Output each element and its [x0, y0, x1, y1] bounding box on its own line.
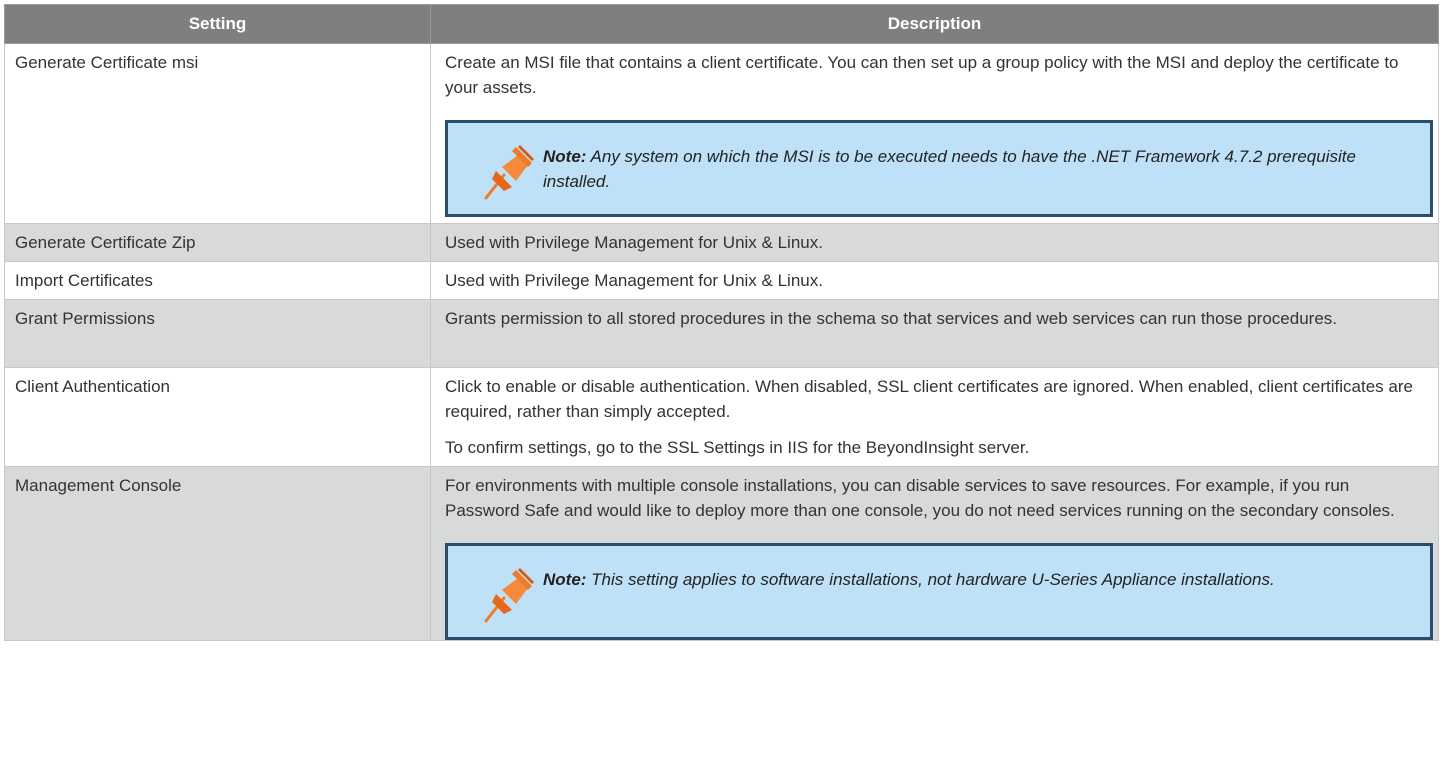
note-box: Note: Any system on which the MSI is to …	[445, 120, 1433, 217]
setting-cell: Import Certificates	[4, 261, 431, 300]
table-row: Generate Certificate Zip Used with Privi…	[4, 223, 1439, 262]
table-row: Grant Permissions Grants permission to a…	[4, 299, 1439, 368]
table-row: Generate Certificate msi Create an MSI f…	[4, 43, 1439, 224]
description-text: Create an MSI file that contains a clien…	[445, 53, 1399, 97]
description-text: Used with Privilege Management for Unix …	[445, 271, 823, 290]
description-cell: For environments with multiple console i…	[430, 466, 1439, 641]
description-text: For environments with multiple console i…	[445, 476, 1395, 520]
pushpin-icon	[484, 145, 534, 200]
note-text: Note: This setting applies to software i…	[543, 570, 1275, 589]
settings-table: Setting Description Generate Certificate…	[4, 4, 1439, 641]
description-text: Used with Privilege Management for Unix …	[445, 233, 823, 252]
description-cell: Click to enable or disable authenticatio…	[430, 367, 1439, 467]
note-text: Note: Any system on which the MSI is to …	[543, 147, 1356, 191]
description-text: Grants permission to all stored procedur…	[445, 309, 1337, 328]
header-setting: Setting	[4, 4, 431, 44]
description-cell: Grants permission to all stored procedur…	[430, 299, 1439, 368]
table-row: Client Authentication Click to enable or…	[4, 367, 1439, 467]
note-box: Note: This setting applies to software i…	[445, 543, 1433, 640]
setting-cell: Grant Permissions	[4, 299, 431, 368]
setting-cell: Generate Certificate msi	[4, 43, 431, 224]
table-row: Import Certificates Used with Privilege …	[4, 261, 1439, 300]
description-cell: Used with Privilege Management for Unix …	[430, 223, 1439, 262]
description-cell: Create an MSI file that contains a clien…	[430, 43, 1439, 224]
header-description: Description	[430, 4, 1439, 44]
description-text: Click to enable or disable authenticatio…	[445, 377, 1413, 421]
setting-cell: Generate Certificate Zip	[4, 223, 431, 262]
description-text: To confirm settings, go to the SSL Setti…	[445, 438, 1030, 457]
table-row: Management Console For environments with…	[4, 466, 1439, 641]
pushpin-icon	[484, 568, 534, 623]
setting-cell: Client Authentication	[4, 367, 431, 467]
description-cell: Used with Privilege Management for Unix …	[430, 261, 1439, 300]
setting-cell: Management Console	[4, 466, 431, 641]
table-header-row: Setting Description	[4, 4, 1439, 44]
